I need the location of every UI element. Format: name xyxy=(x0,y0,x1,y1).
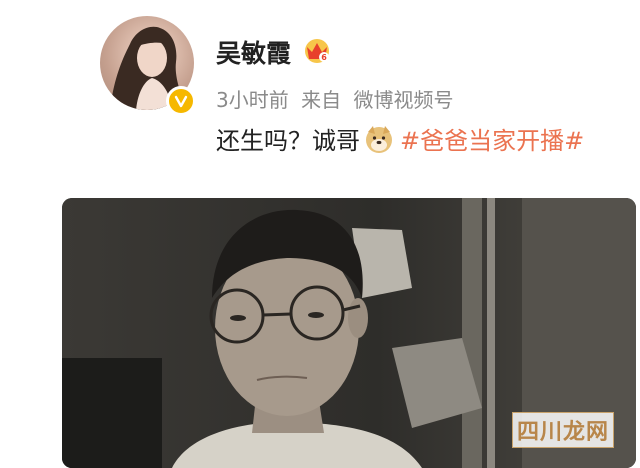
post-meta: 3小时前 来自 微博视频号 xyxy=(216,84,459,113)
watermark: 四川龙网 xyxy=(512,412,614,448)
svg-text:6: 6 xyxy=(321,53,327,62)
source-prefix: 来自 xyxy=(301,88,342,112)
doge-emoji-icon xyxy=(366,125,392,153)
post-source[interactable]: 微博视频号 xyxy=(353,88,453,112)
crown-icon: 6 xyxy=(305,39,329,63)
post-text: 还生吗？诚哥 #爸爸当家开播# xyxy=(216,121,584,156)
verified-icon xyxy=(166,86,196,116)
post-time[interactable]: 3小时前 xyxy=(216,88,289,112)
hashtag-link[interactable]: #爸爸当家开播# xyxy=(400,121,584,156)
username[interactable]: 吴敏霞 xyxy=(216,34,291,70)
post-text-body: 还生吗？诚哥 xyxy=(216,127,360,155)
